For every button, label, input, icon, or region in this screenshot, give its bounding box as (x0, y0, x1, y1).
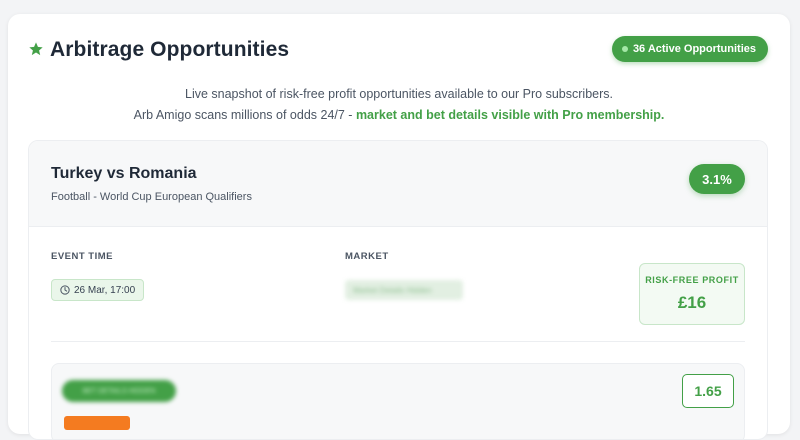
intro-line-1: Live snapshot of risk-free profit opport… (185, 87, 613, 101)
market-hidden-chip: Market Details Hidden (345, 280, 463, 300)
match-title: Turkey vs Romania (51, 165, 197, 182)
opportunity-card[interactable]: Turkey vs Romania Football - World Cup E… (28, 140, 768, 440)
competition-label: Football - World Cup European Qualifiers (51, 191, 252, 203)
market-label: MARKET (345, 251, 389, 262)
clock-icon (60, 285, 70, 295)
header: Arbitrage Opportunities 36 Active Opport… (28, 36, 768, 68)
risk-free-profit-box: RISK-FREE PROFIT £16 (639, 263, 745, 325)
odds-value[interactable]: 1.65 (682, 374, 734, 408)
pro-membership-highlight: market and bet details visible with Pro … (355, 108, 665, 122)
event-time-chip: 26 Mar, 17:00 (51, 279, 145, 301)
risk-free-profit-label: RISK-FREE PROFIT (645, 275, 739, 285)
event-time-label: EVENT TIME (51, 251, 114, 262)
active-opportunities-label: 36 Active Opportunities (632, 43, 756, 55)
bet-details-panel: BET DETAILS HIDDEN 1.65 (51, 363, 745, 439)
star-icon (29, 42, 43, 56)
live-dot-icon (621, 46, 628, 52)
intro-line-2-text: Arb Amigo scans millions of odds 24/7 - (133, 108, 356, 122)
intro-line-2: Arb Amigo scans millions of odds 24/7 - … (8, 105, 790, 126)
card-header: Turkey vs Romania Football - World Cup E… (29, 141, 767, 227)
bet-details-hidden-pill: BET DETAILS HIDDEN (62, 380, 176, 402)
profit-percent-badge: 3.1% (689, 164, 745, 194)
intro-text: Live snapshot of risk-free profit opport… (8, 84, 790, 126)
event-time-value: 26 Mar, 17:00 (74, 284, 136, 296)
active-opportunities-badge: 36 Active Opportunities (611, 36, 768, 62)
risk-free-profit-value: £16 (677, 293, 707, 312)
opportunities-panel: Arbitrage Opportunities 36 Active Opport… (8, 14, 790, 440)
page-title: Arbitrage Opportunities (50, 38, 290, 61)
divider (51, 341, 745, 342)
bookmaker-tag (64, 416, 130, 430)
